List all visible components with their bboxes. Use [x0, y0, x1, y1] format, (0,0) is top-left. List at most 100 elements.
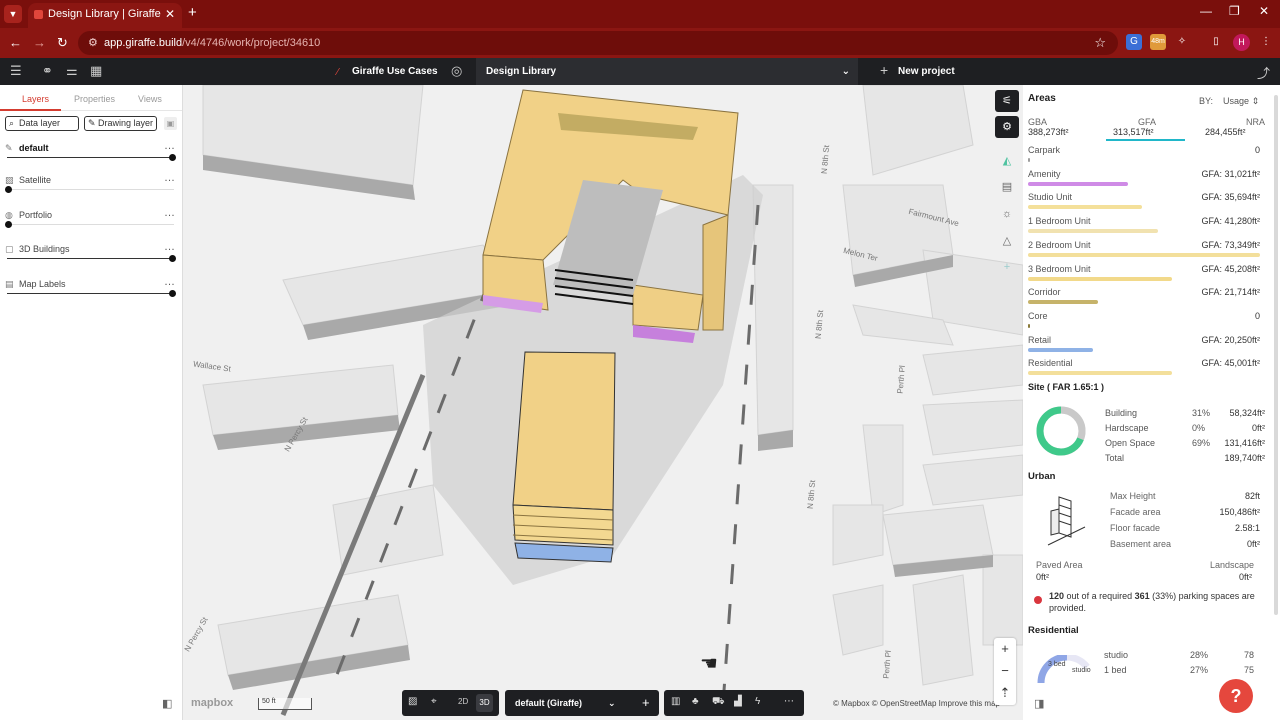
- tab-views[interactable]: Views: [138, 94, 162, 104]
- share-nodes-icon[interactable]: ⚭: [42, 63, 53, 79]
- tree-icon[interactable]: ♣: [692, 696, 699, 707]
- table-icon[interactable]: ▦: [90, 63, 102, 79]
- building-icon[interactable]: ▥: [671, 696, 680, 707]
- share-icon[interactable]: ⤴: [1257, 63, 1270, 82]
- project-name[interactable]: Giraffe Use Cases: [352, 66, 438, 77]
- trash-icon[interactable]: ▣: [164, 117, 177, 130]
- hatch-icon[interactable]: ▨: [408, 696, 417, 707]
- area-row-retail[interactable]: Retail GFA: 20,250ft²: [1028, 335, 1260, 357]
- area-row-corridor[interactable]: Corridor GFA: 21,714ft²: [1028, 287, 1260, 309]
- collapse-panel-icon[interactable]: ◧: [162, 697, 172, 710]
- area-row-residential[interactable]: Residential GFA: 45,001ft²: [1028, 358, 1260, 380]
- opacity-knob[interactable]: [169, 154, 176, 161]
- opacity-slider[interactable]: [7, 157, 174, 158]
- site-info-icon[interactable]: ⚙: [88, 31, 98, 55]
- area-row-1-bedroom-unit[interactable]: 1 Bedroom Unit GFA: 41,280ft²: [1028, 216, 1260, 238]
- back-icon[interactable]: ←: [9, 35, 22, 50]
- target-icon[interactable]: ◎: [451, 63, 462, 79]
- area-row-studio-unit[interactable]: Studio Unit GFA: 35,694ft²: [1028, 192, 1260, 214]
- opacity-knob[interactable]: [169, 290, 176, 297]
- attribution-text[interactable]: © Mapbox © OpenStreetMap: [833, 699, 936, 708]
- add-layout-icon[interactable]: +: [642, 690, 650, 716]
- data-layer-button[interactable]: ⌕ Data layer: [5, 116, 79, 131]
- more-options-icon[interactable]: …: [164, 140, 175, 152]
- help-button[interactable]: ?: [1219, 679, 1253, 713]
- collapse-panel-icon[interactable]: ◨: [1034, 697, 1044, 710]
- opacity-slider[interactable]: [7, 224, 174, 225]
- urban-row-label: Max Height: [1110, 491, 1156, 501]
- site-row-pct: 31%: [1192, 408, 1211, 418]
- more-options-icon[interactable]: …: [164, 241, 175, 253]
- extension-translate-icon[interactable]: G: [1126, 34, 1142, 50]
- layout-select[interactable]: default (Giraffe) ⌄ +: [505, 690, 659, 716]
- extensions-puzzle-icon[interactable]: ✧: [1174, 34, 1190, 50]
- restore-icon[interactable]: ❐: [1229, 4, 1240, 18]
- extension-badge-icon[interactable]: 48m: [1150, 34, 1166, 50]
- library-dropdown[interactable]: Design Library ⌄: [476, 58, 858, 85]
- floorplan-icon[interactable]: ▤: [995, 176, 1019, 198]
- lightning-icon[interactable]: ϟ: [755, 696, 760, 707]
- view-2d-button[interactable]: 2D: [458, 697, 468, 706]
- browser-menu-icon[interactable]: ⋮: [1258, 34, 1274, 50]
- car-icon[interactable]: ⛟: [712, 696, 725, 709]
- gfa-label[interactable]: GFA: [1138, 117, 1156, 127]
- forward-icon[interactable]: →: [33, 35, 46, 50]
- area-row-core[interactable]: Core 0: [1028, 311, 1260, 333]
- opacity-knob[interactable]: [5, 186, 12, 193]
- new-tab-button[interactable]: +: [188, 4, 197, 21]
- more-options-icon[interactable]: …: [164, 207, 175, 219]
- compass-icon[interactable]: ⇡: [994, 682, 1016, 704]
- more-options-icon[interactable]: …: [164, 276, 175, 288]
- site-icon[interactable]: ◭: [995, 150, 1019, 172]
- side-panel-icon[interactable]: ▯: [1208, 34, 1224, 50]
- minimize-icon[interactable]: —: [1200, 4, 1212, 18]
- data-layer-label: Data layer: [19, 118, 61, 128]
- group-by-select[interactable]: BY: Usage ⇕: [1199, 96, 1259, 107]
- improve-map-link[interactable]: Improve this map: [939, 699, 1000, 708]
- more-options-icon[interactable]: …: [164, 172, 175, 184]
- area-row-3-bedroom-unit[interactable]: 3 Bedroom Unit GFA: 45,208ft²: [1028, 264, 1260, 286]
- sun-icon[interactable]: ☼: [995, 203, 1019, 225]
- opacity-slider[interactable]: [7, 189, 174, 190]
- urban-row-label: Facade area: [1110, 507, 1161, 517]
- mapbox-logo[interactable]: mapbox: [191, 697, 233, 709]
- area-row-carpark[interactable]: Carpark 0: [1028, 145, 1260, 167]
- opacity-knob[interactable]: [5, 221, 12, 228]
- view-3d-button[interactable]: 3D: [476, 694, 493, 712]
- bookmark-star-icon[interactable]: ☆: [1094, 31, 1106, 55]
- filter-icon[interactable]: ⚌: [66, 63, 78, 79]
- new-project-button[interactable]: New project: [898, 66, 955, 77]
- close-window-icon[interactable]: ✕: [1259, 4, 1269, 18]
- residential-row-pct: 28%: [1190, 650, 1209, 660]
- tab-search-button[interactable]: ▼: [4, 5, 22, 23]
- giraffe-logo-icon: ⁄: [337, 67, 339, 78]
- opacity-knob[interactable]: [169, 255, 176, 262]
- reload-icon[interactable]: ↻: [57, 35, 68, 51]
- tab-layers[interactable]: Layers: [22, 94, 49, 104]
- profile-avatar[interactable]: H: [1233, 34, 1250, 51]
- area-row-gfa: GFA: 35,694ft²: [1201, 192, 1260, 203]
- browser-tab[interactable]: Design Library | Giraffe ✕: [28, 3, 182, 28]
- map-icon[interactable]: ⌖: [431, 696, 437, 707]
- opacity-slider[interactable]: [7, 258, 174, 259]
- area-row-2-bedroom-unit[interactable]: 2 Bedroom Unit GFA: 73,349ft²: [1028, 240, 1260, 262]
- gfa-value[interactable]: 313,517ft²: [1113, 127, 1154, 137]
- close-tab-icon[interactable]: ✕: [165, 3, 175, 26]
- add-icon[interactable]: +: [995, 256, 1019, 278]
- hamburger-menu-icon[interactable]: ☰: [10, 63, 22, 79]
- map-canvas[interactable]: Wallace St N Percy St N Percy St N 8th S…: [183, 85, 1023, 720]
- tab-properties[interactable]: Properties: [74, 94, 115, 104]
- scrollbar[interactable]: [1274, 95, 1278, 615]
- zoom-out-button[interactable]: −: [994, 660, 1016, 682]
- zoom-in-button[interactable]: +: [994, 638, 1016, 660]
- settings-gear-icon[interactable]: ⚙: [995, 116, 1019, 138]
- area-row-amenity[interactable]: Amenity GFA: 31,021ft²: [1028, 169, 1260, 191]
- opacity-slider[interactable]: [7, 293, 174, 294]
- address-bar[interactable]: ⚙ app.giraffe.build/v4/4746/work/project…: [78, 31, 1118, 55]
- area-row-name: Amenity: [1028, 168, 1061, 179]
- drawing-layer-button[interactable]: ✎ Drawing layer: [84, 116, 157, 131]
- sliders-icon[interactable]: ⚟: [995, 90, 1019, 112]
- chart-icon[interactable]: ▟: [734, 696, 742, 707]
- more-options-icon[interactable]: ⋯: [784, 696, 794, 707]
- triangle-icon[interactable]: △: [995, 230, 1019, 252]
